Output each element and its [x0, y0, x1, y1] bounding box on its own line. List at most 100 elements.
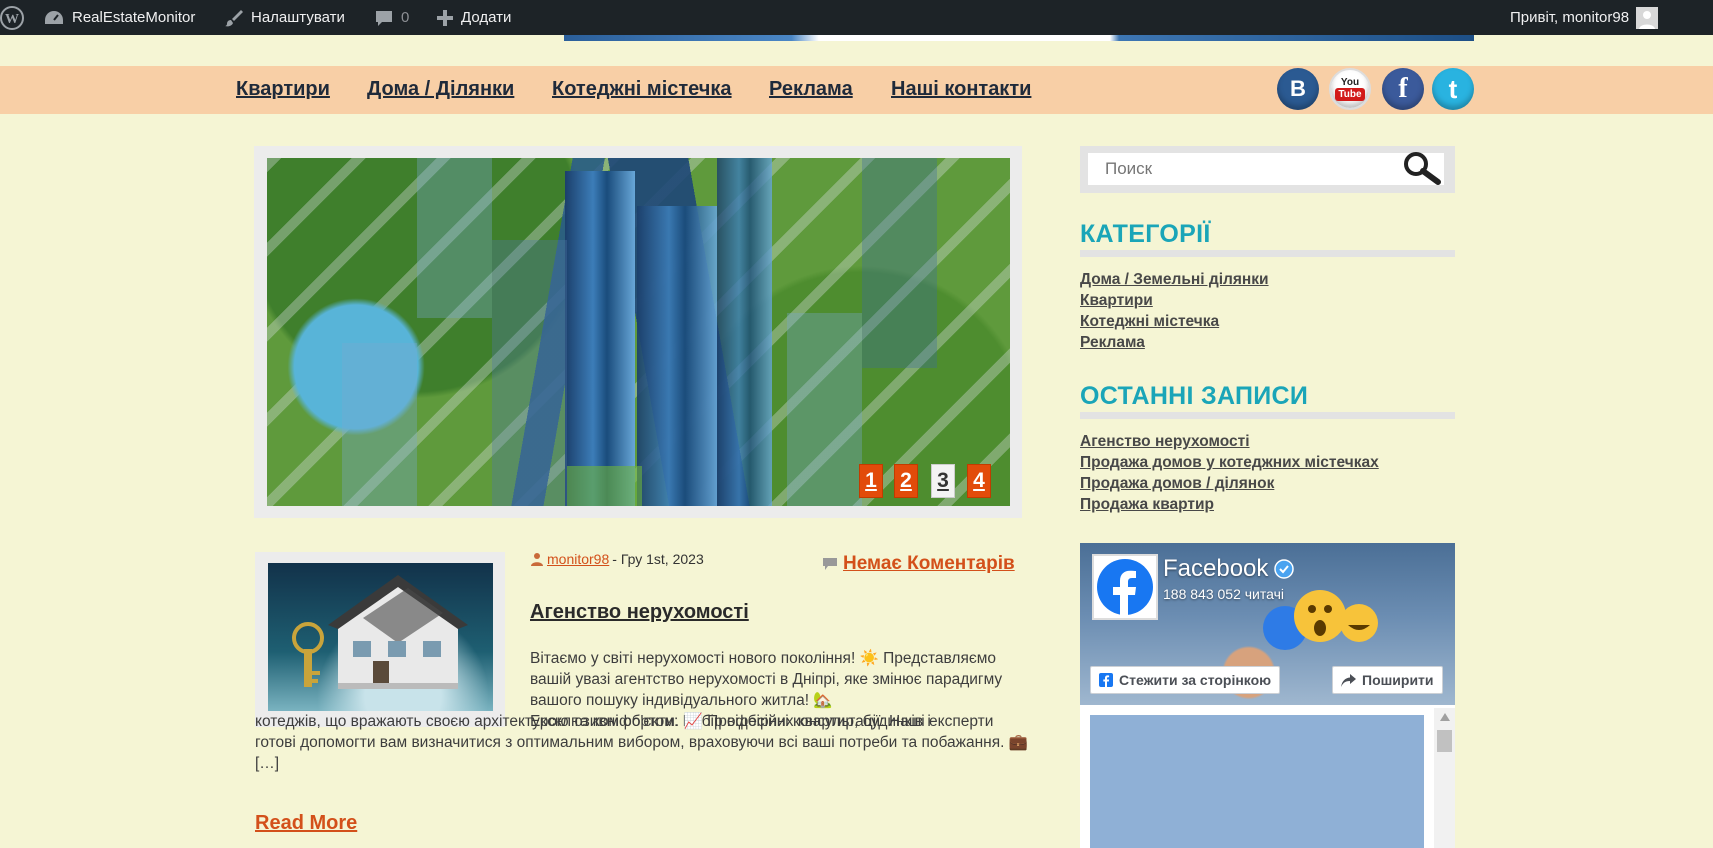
comments-count: 0	[401, 9, 410, 26]
featured-slider[interactable]	[267, 158, 1010, 506]
facebook-icon[interactable]: f	[1382, 68, 1424, 110]
post-author-link[interactable]: monitor98	[547, 551, 609, 567]
comments-link[interactable]: Немає Коментарів	[843, 553, 1015, 575]
share-label: Поширити	[1362, 672, 1434, 688]
my-account-menu[interactable]: Привіт, monitor98	[1510, 0, 1659, 35]
slider-tile	[567, 466, 642, 506]
youtube-glyph-bottom: Tube	[1335, 88, 1365, 101]
categories-list: Дома / Земельні ділянки Квартири Котеджн…	[1080, 271, 1269, 355]
post-date: - Гру 1st, 2023	[612, 551, 704, 567]
post-excerpt-part-2: котеджів, що вражають своєю архітектурою…	[255, 713, 1029, 772]
nav-item-cottage-towns[interactable]: Котеджні містечка	[552, 78, 732, 101]
slider-image-tower	[565, 171, 635, 506]
recent-posts-divider	[1080, 412, 1455, 419]
search-icon[interactable]	[1402, 150, 1442, 191]
slider-page-1[interactable]: 1	[859, 464, 883, 498]
list-item: Реклама	[1080, 334, 1269, 355]
customize-link[interactable]: Налаштувати	[224, 0, 345, 35]
facebook-followers: 188 843 052 читачі	[1163, 586, 1284, 602]
recent-post-link[interactable]: Продажа домов / ділянок	[1080, 475, 1274, 492]
category-link[interactable]: Реклама	[1080, 334, 1145, 351]
comment-bubble-icon	[376, 10, 392, 26]
wordpress-logo-icon[interactable]: W	[0, 0, 24, 35]
categories-divider	[1080, 250, 1455, 257]
category-link[interactable]: Котеджні містечка	[1080, 313, 1219, 330]
site-name: RealEstateMonitor	[72, 9, 196, 26]
category-link[interactable]: Дома / Земельні ділянки	[1080, 271, 1269, 288]
list-item: Котеджні містечка	[1080, 313, 1269, 334]
nav-item-apartments[interactable]: Квартири	[236, 78, 330, 101]
slider-tile	[342, 343, 417, 506]
nav-item-advertising[interactable]: Реклама	[769, 78, 853, 101]
recent-post-link[interactable]: Продажа домов у котеджних містечках	[1080, 454, 1379, 471]
facebook-cover-image[interactable]: Facebook 188 843 052 читачі Стежити за с…	[1080, 543, 1455, 705]
list-item: Квартири	[1080, 292, 1269, 313]
customize-label: Налаштувати	[251, 9, 345, 26]
facebook-glyph: f	[1398, 73, 1408, 104]
read-more-link[interactable]: Read More	[255, 812, 357, 835]
header-banner	[564, 35, 1474, 41]
slider-tile	[862, 158, 937, 368]
twitter-icon[interactable]: t	[1432, 68, 1474, 110]
post-thumbnail[interactable]	[268, 563, 493, 711]
facebook-page-name[interactable]: Facebook	[1163, 555, 1295, 583]
nav-item-houses-plots[interactable]: Дома / Ділянки	[367, 78, 514, 101]
recent-post-link[interactable]: Продажа квартир	[1080, 496, 1214, 513]
slider-tile	[492, 240, 567, 506]
house-with-keys-image	[292, 575, 468, 689]
slider-tile	[417, 158, 492, 318]
facebook-small-icon	[1099, 673, 1113, 687]
list-item: Агенство нерухомості	[1080, 433, 1379, 454]
scroll-up-arrow-icon[interactable]	[1440, 713, 1450, 721]
slider-image-tower-2	[637, 206, 717, 506]
slider-page-3[interactable]: 3	[931, 464, 955, 498]
verified-badge-icon	[1274, 559, 1295, 579]
paintbrush-icon	[225, 9, 243, 26]
twitter-glyph: t	[1448, 73, 1458, 104]
youtube-icon[interactable]: You Tube	[1329, 68, 1371, 110]
follow-page-label: Стежити за сторінкою	[1119, 672, 1272, 688]
greeting: Привіт, monitor98	[1510, 9, 1630, 26]
recent-posts-list: Агенство нерухомості Продажа домов у кот…	[1080, 433, 1379, 517]
svg-text:W: W	[5, 12, 19, 27]
author-icon	[531, 553, 543, 566]
list-item: Дома / Земельні ділянки	[1080, 271, 1269, 292]
facebook-feed-scrollbar[interactable]	[1434, 708, 1455, 848]
facebook-logo-icon[interactable]	[1092, 554, 1158, 620]
post-excerpt-text-1: Вітаємо у світі нерухомості нового покол…	[530, 650, 1003, 709]
plus-icon	[437, 9, 453, 26]
share-button[interactable]: Поширити	[1332, 666, 1443, 694]
new-content-link[interactable]: Додати	[436, 0, 511, 35]
post-title-link[interactable]: Агенство нерухомості	[530, 601, 749, 624]
list-item: Продажа квартир	[1080, 496, 1379, 517]
slider-image-tower-3	[717, 158, 772, 506]
recent-posts-title: ОСТАННІ ЗАПИСИ	[1080, 382, 1309, 410]
avatar-icon	[1636, 6, 1659, 29]
post-comments: Немає Коментарів	[823, 553, 1015, 575]
comments-link[interactable]: 0	[374, 0, 409, 35]
facebook-feed-preview[interactable]	[1090, 715, 1424, 848]
follow-page-button[interactable]: Стежити за сторінкою	[1090, 666, 1281, 694]
slider-page-2[interactable]: 2	[894, 464, 918, 498]
vk-icon[interactable]: B	[1277, 68, 1319, 110]
admin-bar: W RealEstateMonitor Налаштувати 0 Додати…	[0, 0, 1713, 35]
facebook-page-widget: Facebook 188 843 052 читачі Стежити за с…	[1080, 543, 1455, 848]
categories-title: КАТЕГОРІЇ	[1080, 220, 1211, 248]
scrollbar-thumb[interactable]	[1437, 730, 1452, 752]
search-input[interactable]	[1088, 153, 1444, 185]
dashboard-icon	[45, 10, 63, 24]
nav-item-contacts[interactable]: Наші контакти	[891, 78, 1031, 101]
post-meta: monitor98 - Гру 1st, 2023	[530, 551, 704, 567]
category-link[interactable]: Квартири	[1080, 292, 1153, 309]
new-content-label: Додати	[461, 9, 512, 26]
vk-glyph: B	[1290, 76, 1306, 101]
comment-icon	[823, 558, 837, 570]
youtube-glyph-top: You	[1340, 77, 1360, 88]
slider-tile	[787, 313, 862, 506]
recent-post-link[interactable]: Агенство нерухомості	[1080, 433, 1250, 450]
facebook-page-name-text: Facebook	[1163, 555, 1269, 582]
share-arrow-icon	[1341, 673, 1356, 687]
site-name-menu[interactable]: RealEstateMonitor	[43, 0, 195, 35]
slider-page-4[interactable]: 4	[967, 464, 991, 498]
list-item: Продажа домов / ділянок	[1080, 475, 1379, 496]
